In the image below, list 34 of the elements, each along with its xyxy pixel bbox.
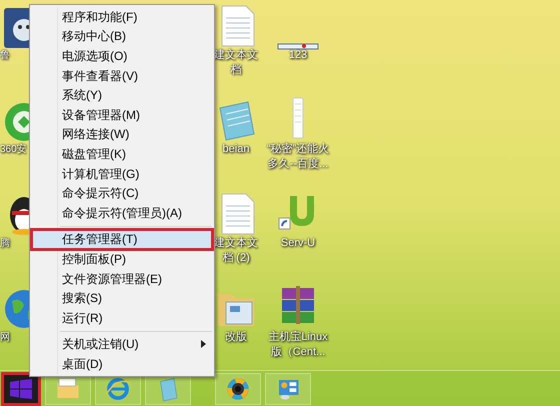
menu-item[interactable]: 事件查看器(V) xyxy=(32,66,212,86)
menu-item[interactable]: 设备管理器(M) xyxy=(32,104,212,125)
submenu-arrow-icon xyxy=(201,340,206,348)
taskbar-button[interactable] xyxy=(215,372,261,404)
menu-item[interactable]: 计算机管理(G) xyxy=(32,164,212,184)
menu-item[interactable]: 任务管理器(T) xyxy=(32,230,212,250)
windows-logo-icon xyxy=(10,378,32,398)
desktop-icon-label: 网 xyxy=(0,331,10,345)
menu-item[interactable]: 关机或注销(U) xyxy=(32,334,212,354)
menu-item[interactable]: 命令提示符(C) xyxy=(32,183,212,203)
menu-item[interactable]: 电源选项(O) xyxy=(32,46,212,66)
start-button[interactable] xyxy=(1,372,41,406)
menu-item[interactable]: 运行(R) xyxy=(32,308,212,328)
desktop-icon-label: 主机宝Linux 版（Cent... xyxy=(268,330,328,360)
desktop-icon-label: 360安 xyxy=(0,142,27,157)
menu-item[interactable]: 系统(Y) xyxy=(32,85,212,105)
desktop-icon-label: Serv-U xyxy=(280,236,316,251)
desktop-icon-label: 鲁 xyxy=(0,49,10,63)
menu-item[interactable]: 网络连接(W) xyxy=(32,124,212,144)
desktop-icon-label: beian xyxy=(222,142,250,157)
desktop-icon-label: 建文本文 档 (2) xyxy=(214,236,258,266)
desktop-icon-label: 123 xyxy=(288,48,308,63)
menu-item[interactable]: 命令提示符(管理员)(A) xyxy=(32,202,212,223)
menu-item[interactable]: 移动中心(B) xyxy=(32,26,212,46)
menu-item[interactable]: 搜索(S) xyxy=(32,288,212,308)
desktop-icon-label: 腾 xyxy=(0,236,10,251)
menu-item[interactable]: 磁盘管理(K) xyxy=(32,144,212,164)
menu-item[interactable]: 程序和功能(F) xyxy=(32,7,212,27)
menu-item[interactable]: 控制面板(P) xyxy=(32,249,212,269)
menu-item[interactable]: 文件资源管理器(E) xyxy=(32,268,212,288)
desktop-icon-label: “秘密”还能火 多久--百度... xyxy=(266,142,330,172)
desktop-icon-label: 建文本文 档 xyxy=(214,48,258,78)
desktop-icon-label: 改版 xyxy=(225,330,247,345)
menu-item[interactable]: 桌面(D) xyxy=(32,354,212,374)
